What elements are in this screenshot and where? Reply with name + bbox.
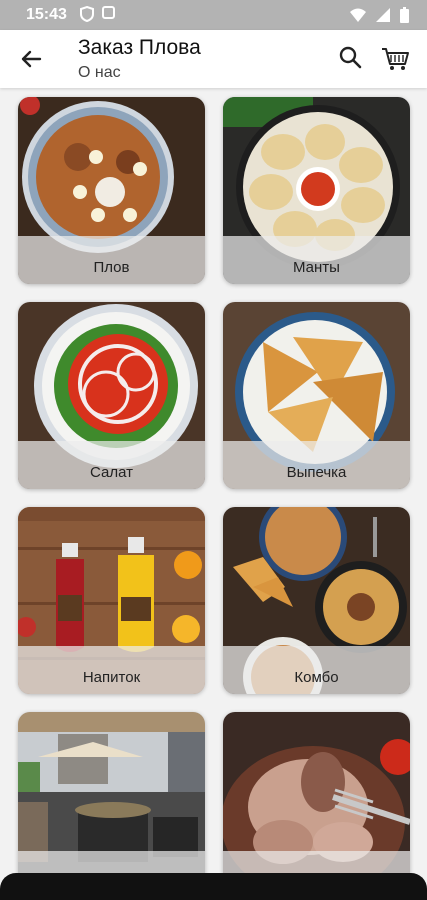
category-card-dopolnenie[interactable]: Дополнение [223,712,410,899]
category-label: Выпечка [223,441,410,489]
category-label: Манты [223,236,410,284]
app-bar: Заказ Плова О нас [0,30,427,88]
cart-icon[interactable] [379,42,411,74]
wifi-icon [350,8,366,22]
about-link[interactable]: О нас [78,64,121,82]
category-card-plov[interactable]: Плов [18,97,205,284]
notification-icon [102,6,115,19]
category-grid: Плов Манты Салат Выпечка Напиток Комбо [18,97,410,899]
category-card-vypechka[interactable]: Выпечка [223,302,410,489]
status-time: 15:43 [26,6,67,23]
search-icon[interactable] [337,44,365,72]
category-card-salat[interactable]: Салат [18,302,205,489]
status-bar: 15:43 [0,0,427,30]
navigation-bar [0,873,427,900]
category-card-manty[interactable]: Манты [223,97,410,284]
back-arrow-icon[interactable] [16,44,46,74]
category-card-kombo[interactable]: Комбо [223,507,410,694]
battery-icon [400,7,409,23]
category-label: Комбо [223,646,410,694]
page-title: Заказ Плова [78,36,201,59]
category-card-vyezdnoy-plov[interactable]: Выездной Плов [18,712,205,899]
category-label: Плов [18,236,205,284]
category-card-napitok[interactable]: Напиток [18,507,205,694]
shield-icon [80,6,94,22]
category-label: Салат [18,441,205,489]
signal-icon [376,8,390,22]
category-label: Напиток [18,646,205,694]
